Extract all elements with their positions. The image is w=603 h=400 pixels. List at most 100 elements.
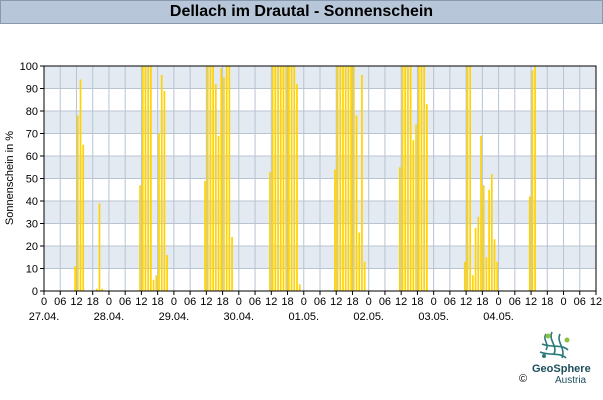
bar xyxy=(407,66,409,291)
bar xyxy=(290,66,293,291)
bar xyxy=(398,167,401,291)
bar xyxy=(220,68,223,291)
bar xyxy=(209,66,212,291)
bar xyxy=(482,185,485,291)
x-tick-label: 0 xyxy=(301,296,307,308)
bar xyxy=(496,261,499,291)
x-tick-label: 12 xyxy=(70,296,82,308)
x-tick-label: 0 xyxy=(366,296,372,308)
x-tick-label: 06 xyxy=(509,296,521,308)
bar xyxy=(466,66,469,291)
bar xyxy=(285,66,288,291)
bar xyxy=(206,66,209,291)
bar xyxy=(147,66,150,291)
bar xyxy=(488,189,490,291)
bar xyxy=(417,66,420,291)
bar xyxy=(82,144,85,291)
x-tick-label: 18 xyxy=(152,296,164,308)
day-label: 03.05. xyxy=(418,311,449,323)
bar xyxy=(485,257,488,291)
y-tick-label: 20 xyxy=(26,241,38,253)
bar xyxy=(347,66,350,291)
bar xyxy=(342,66,344,291)
bar xyxy=(401,66,404,291)
x-tick-label: 0 xyxy=(41,296,47,308)
bar xyxy=(214,84,217,291)
bar xyxy=(223,77,225,291)
bar xyxy=(76,115,79,291)
y-tick-label: 0 xyxy=(32,286,38,298)
logo-name: GeoSphere xyxy=(532,363,591,375)
bar xyxy=(217,135,220,291)
day-label: 28.04. xyxy=(94,311,125,323)
x-tick-label: 12 xyxy=(590,296,602,308)
y-tick-label: 70 xyxy=(26,129,38,141)
x-tick-label: 06 xyxy=(119,296,131,308)
y-tick-label: 90 xyxy=(26,84,38,96)
y-tick-label: 30 xyxy=(26,219,38,231)
y-axis-label: Sonnenschein in % xyxy=(4,131,16,225)
bar xyxy=(344,66,347,291)
x-tick-label: 0 xyxy=(236,296,242,308)
bar xyxy=(415,124,417,291)
x-tick-label: 06 xyxy=(574,296,586,308)
bar xyxy=(150,66,152,291)
bar xyxy=(350,66,352,291)
x-tick-label: 06 xyxy=(444,296,456,308)
bar xyxy=(490,174,493,291)
bar xyxy=(79,79,82,291)
day-label: 04.05. xyxy=(483,311,514,323)
bar xyxy=(423,66,426,291)
bar xyxy=(339,66,342,291)
x-tick-label: 18 xyxy=(541,296,553,308)
x-tick-label: 0 xyxy=(560,296,566,308)
x-tick-label: 18 xyxy=(411,296,423,308)
bar xyxy=(271,66,274,291)
bar xyxy=(158,133,160,291)
bar xyxy=(225,66,228,291)
day-label: 29.04. xyxy=(159,311,190,323)
bar xyxy=(534,66,536,291)
bar xyxy=(334,169,336,291)
x-tick-label: 18 xyxy=(476,296,488,308)
y-tick-label: 40 xyxy=(26,196,38,208)
bar xyxy=(274,66,277,291)
bar xyxy=(531,70,534,291)
bar xyxy=(166,255,168,291)
bar xyxy=(293,66,296,291)
x-tick-label: 06 xyxy=(54,296,66,308)
bar xyxy=(358,232,361,291)
x-tick-label: 06 xyxy=(249,296,261,308)
x-tick-label: 06 xyxy=(379,296,391,308)
bar xyxy=(420,66,423,291)
bar xyxy=(474,228,477,291)
bar xyxy=(269,171,271,291)
x-tick-label: 12 xyxy=(200,296,212,308)
bar xyxy=(74,266,76,291)
bar xyxy=(160,75,163,291)
day-label: 01.05. xyxy=(288,311,319,323)
bar xyxy=(298,284,301,291)
y-tick-label: 80 xyxy=(26,106,38,118)
copyright-symbol: © xyxy=(519,373,528,385)
bar xyxy=(279,66,282,291)
x-tick-label: 12 xyxy=(525,296,537,308)
x-tick-label: 12 xyxy=(265,296,277,308)
bar xyxy=(212,66,214,291)
y-tick-label: 100 xyxy=(20,61,38,73)
y-tick-label: 10 xyxy=(26,264,38,276)
bar xyxy=(155,275,158,291)
x-tick-label: 18 xyxy=(346,296,358,308)
bar xyxy=(288,66,290,291)
bar xyxy=(469,66,472,291)
bar xyxy=(363,261,366,291)
x-tick-label: 12 xyxy=(395,296,407,308)
bar xyxy=(426,104,428,291)
bar xyxy=(352,66,355,291)
bar xyxy=(528,196,531,291)
bar xyxy=(228,66,231,291)
bar xyxy=(355,115,358,291)
bar xyxy=(277,66,279,291)
bar xyxy=(282,66,285,291)
x-tick-label: 0 xyxy=(496,296,502,308)
